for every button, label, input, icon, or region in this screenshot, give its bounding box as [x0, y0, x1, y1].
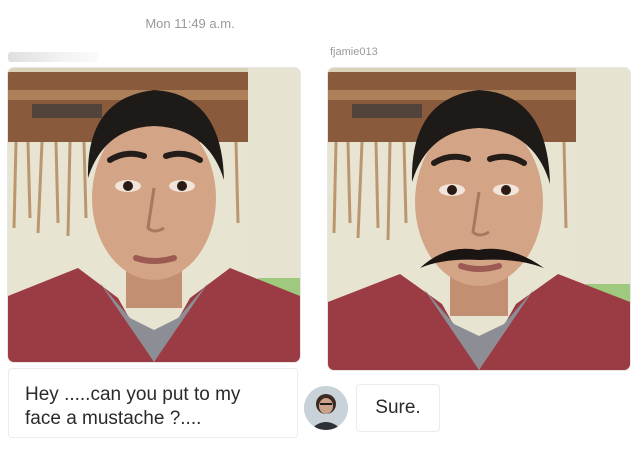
selfie-with-mustache-image: [328, 68, 630, 370]
timestamp: Mon 11:49 a.m.: [145, 16, 235, 31]
selfie-image: [8, 68, 300, 362]
edited-photo[interactable]: [328, 68, 630, 370]
reply-message-text: Sure.: [375, 397, 421, 418]
original-photo[interactable]: [8, 68, 300, 362]
sender-username[interactable]: fjamie013: [330, 46, 378, 58]
reply-message-bubble[interactable]: Sure.: [356, 384, 440, 432]
outgoing-message-bubble[interactable]: Hey .....can you put to my face a mustac…: [8, 368, 298, 438]
redacted-username: [8, 52, 98, 62]
outgoing-message-text: Hey .....can you put to my face a mustac…: [25, 384, 241, 429]
profile-avatar-icon[interactable]: [304, 386, 348, 430]
